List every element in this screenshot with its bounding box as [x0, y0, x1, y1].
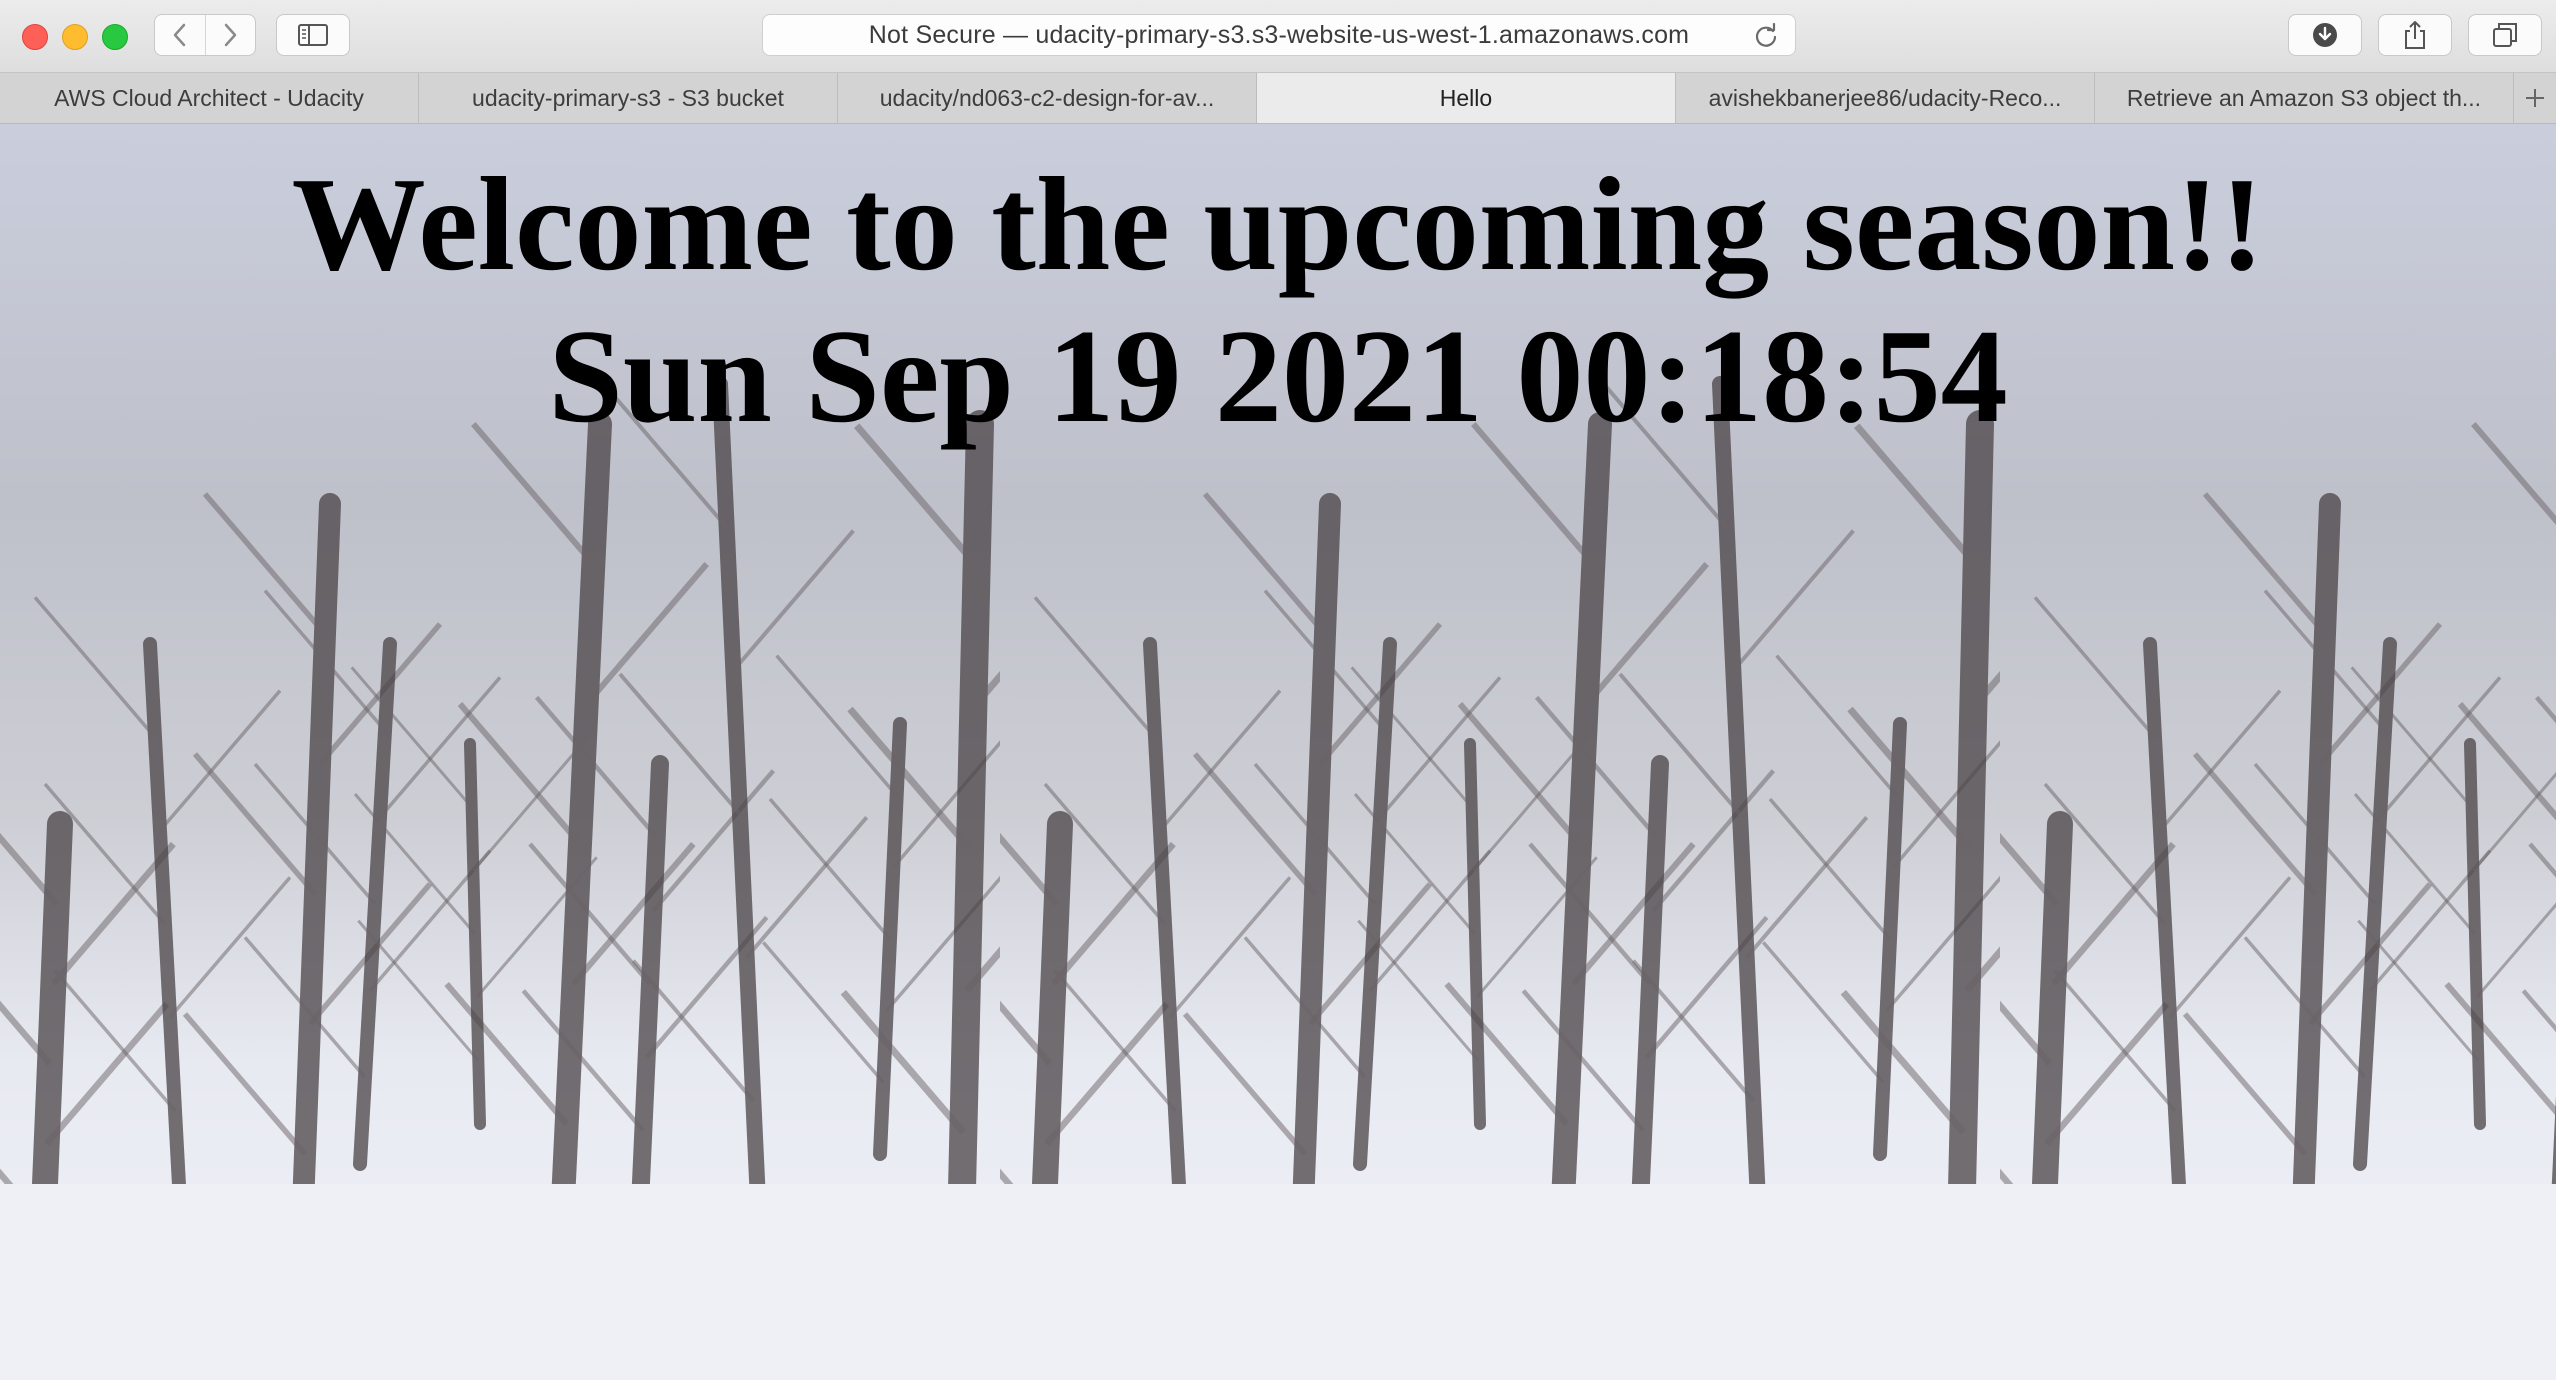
- tree-branch: [2182, 1012, 2308, 1156]
- plus-icon: [2526, 89, 2544, 107]
- tree-branch: [1192, 752, 1318, 896]
- chevron-left-icon: [173, 23, 185, 47]
- close-window-button[interactable]: [22, 24, 48, 50]
- tree-branch: [847, 706, 973, 852]
- address-text: Not Secure — udacity-primary-s3.s3-websi…: [868, 20, 1690, 49]
- chevron-right-icon: [225, 23, 237, 47]
- tree-branch: [1885, 875, 2000, 1012]
- tree-branch: [53, 969, 177, 1112]
- tree-branch: [745, 816, 869, 959]
- tree-branch: [1731, 529, 1855, 672]
- tree-branch: [1053, 969, 1177, 1112]
- tree-branch: [1768, 797, 1892, 941]
- reload-icon: [1755, 22, 1777, 47]
- tree-branch: [182, 1012, 308, 1156]
- tab-s3-bucket[interactable]: udacity-primary-s3 - S3 bucket: [419, 73, 838, 123]
- snow-ground: [0, 1184, 1000, 1380]
- tree-branch: [651, 769, 776, 913]
- sidebar-toggle-button[interactable]: [276, 14, 350, 56]
- snow-ground: [2000, 1184, 2556, 1380]
- tab-github-avishek[interactable]: avishekbanerjee86/udacity-Reco...: [1676, 73, 2095, 123]
- tree-branch: [731, 529, 855, 672]
- tree-branch: [2202, 492, 2328, 636]
- browser-toolbar: Not Secure — udacity-primary-s3.s3-websi…: [0, 0, 2556, 73]
- sidebar-icon: [298, 24, 328, 46]
- tree-branch: [1584, 562, 1709, 706]
- reload-button[interactable]: [1753, 22, 1779, 54]
- tab-retrieve-s3-object[interactable]: Retrieve an Amazon S3 object th...: [2095, 73, 2514, 123]
- tree-branch: [1840, 990, 1966, 1135]
- tree-branch: [1745, 816, 1869, 959]
- share-button[interactable]: [2378, 14, 2452, 56]
- share-icon: [2405, 21, 2425, 49]
- tree-branch: [618, 672, 742, 816]
- tree-branch: [2168, 876, 2292, 1019]
- web-page: Welcome to the upcoming season!! Sun Sep…: [0, 124, 2556, 1380]
- tree-branch: [168, 876, 292, 1019]
- tree-branch: [33, 596, 157, 739]
- tree-branch: [1444, 982, 1569, 1126]
- tree-branch: [840, 990, 966, 1135]
- tree-branch: [444, 982, 569, 1126]
- tree-branch: [1775, 654, 1898, 797]
- tree-branch: [44, 1001, 170, 1147]
- tree-branch: [1033, 596, 1157, 739]
- tree-branch: [2350, 666, 2473, 809]
- tree-branch: [768, 797, 892, 941]
- current-datetime: Sun Sep 19 2021 00:18:54: [548, 302, 2008, 450]
- zoom-window-button[interactable]: [102, 24, 128, 50]
- tree-branch: [2528, 842, 2556, 878]
- tree-branch: [1378, 676, 1502, 819]
- tree-branch: [1618, 672, 1742, 816]
- tree-branch: [192, 752, 318, 896]
- tree-branch: [2475, 902, 2556, 999]
- back-button[interactable]: [155, 15, 205, 55]
- new-tab-button[interactable]: [2514, 73, 2556, 123]
- tree-branch: [2378, 676, 2502, 819]
- tree-branch: [885, 875, 1000, 1012]
- tree-branch: [350, 666, 473, 809]
- page-heading: Welcome to the upcoming season!!: [291, 150, 2265, 298]
- tree-branch: [2044, 1001, 2170, 1147]
- tree-branch: [775, 654, 898, 797]
- tree-branch: [2033, 596, 2157, 739]
- navigation-buttons: [154, 14, 256, 56]
- tree-branch: [202, 492, 328, 636]
- tree-branch: [1044, 1001, 1170, 1147]
- tree-branch: [1847, 706, 1973, 852]
- snow-ground: [1000, 1184, 2000, 1380]
- address-bar[interactable]: Not Secure — udacity-primary-s3.s3-websi…: [762, 14, 1796, 56]
- tab-github-nd063[interactable]: udacity/nd063-c2-design-for-av...: [838, 73, 1257, 123]
- tree-branch: [1168, 876, 1292, 1019]
- download-icon: [2313, 23, 2337, 47]
- downloads-button[interactable]: [2288, 14, 2362, 56]
- tree-branch: [584, 562, 709, 706]
- tree-branch: [2053, 969, 2177, 1112]
- hero-text: Welcome to the upcoming season!! Sun Sep…: [0, 148, 2556, 452]
- tree-branch: [2158, 689, 2282, 832]
- tree-branch: [1158, 689, 1282, 832]
- tab-aws-cloud-architect[interactable]: AWS Cloud Architect - Udacity: [0, 73, 419, 123]
- tab-hello[interactable]: Hello: [1257, 73, 1676, 123]
- minimize-window-button[interactable]: [62, 24, 88, 50]
- tab-bar: AWS Cloud Architect - Udacity udacity-pr…: [0, 73, 2556, 124]
- tree-branch: [762, 941, 885, 1084]
- tabs-overview-icon: [2493, 23, 2517, 47]
- tree-branch: [2444, 982, 2556, 1117]
- tree-branch: [1202, 492, 1328, 636]
- tree-branch: [158, 689, 282, 832]
- tree-branch: [1182, 1012, 1308, 1156]
- tree-branch: [378, 676, 502, 819]
- tree-branch: [1350, 666, 1473, 809]
- tree-branch: [1762, 941, 1885, 1084]
- tree-branch: [1651, 769, 1776, 913]
- tree-branch: [2192, 752, 2318, 896]
- forward-button[interactable]: [204, 15, 256, 55]
- tab-overview-button[interactable]: [2468, 14, 2542, 56]
